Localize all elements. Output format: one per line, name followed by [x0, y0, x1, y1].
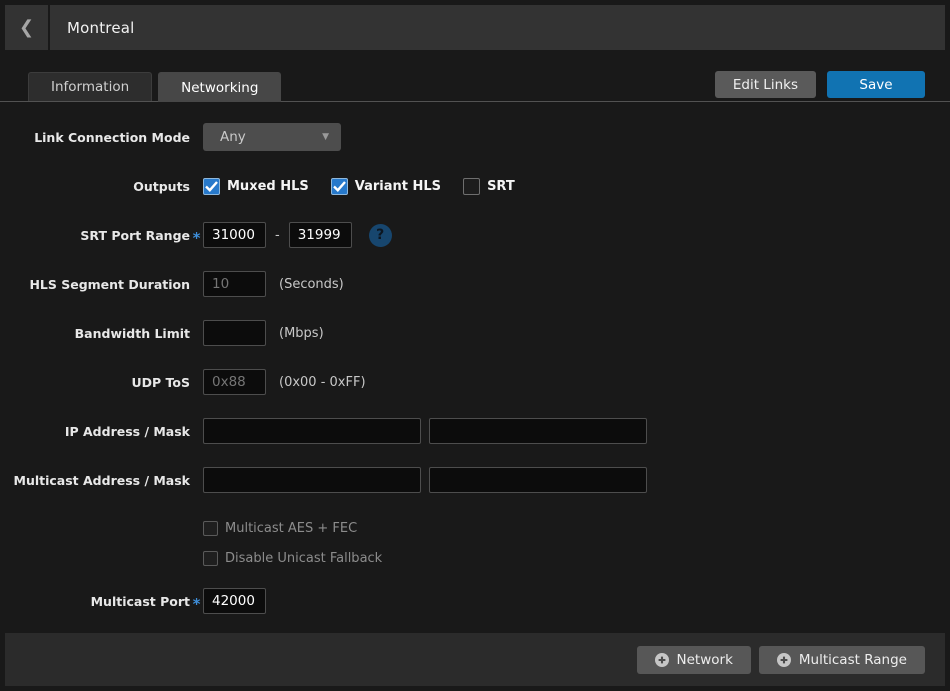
multicast-port-input[interactable] — [203, 588, 266, 614]
checkbox-multicast-aes-fec-label: Multicast AES + FEC — [225, 521, 357, 536]
required-marker: * — [193, 595, 201, 613]
hls-segment-duration-input[interactable] — [203, 271, 266, 297]
outputs-row: Outputs Muxed HLS Variant HLS — [0, 172, 950, 200]
edit-links-button[interactable]: Edit Links — [715, 71, 816, 98]
srt-port-range-label: SRT Port Range — [0, 228, 190, 243]
bandwidth-limit-unit: (Mbps) — [279, 326, 324, 341]
checkbox-srt-label: SRT — [487, 179, 515, 194]
title-bar: Montreal — [50, 5, 945, 50]
tab-networking-label: Networking — [181, 80, 258, 96]
help-icon[interactable]: ? — [369, 224, 392, 247]
add-multicast-range-button[interactable]: Multicast Range — [759, 646, 925, 674]
plus-circle-icon — [777, 653, 791, 667]
checkbox-unchecked-icon — [463, 178, 480, 195]
srt-port-range-from-input[interactable] — [203, 222, 266, 248]
header-bar: ❮ Montreal — [5, 5, 945, 50]
ip-mask-input[interactable] — [429, 418, 647, 444]
checkbox-unchecked-icon — [203, 551, 218, 566]
bandwidth-limit-row: Bandwidth Limit (Mbps) — [0, 319, 950, 347]
tab-networking[interactable]: Networking — [158, 72, 281, 102]
srt-port-range-row: SRT Port Range * - ? — [0, 221, 950, 249]
bandwidth-limit-input[interactable] — [203, 320, 266, 346]
udp-tos-unit: (0x00 - 0xFF) — [279, 375, 366, 390]
tab-information-label: Information — [51, 79, 129, 95]
required-marker: * — [193, 229, 201, 247]
checkbox-muxed-hls-label: Muxed HLS — [227, 179, 309, 194]
back-button[interactable]: ❮ — [5, 5, 48, 50]
checkbox-disable-unicast-fallback-label: Disable Unicast Fallback — [225, 551, 382, 566]
multicast-port-row: Multicast Port * — [0, 587, 950, 615]
link-connection-mode-row: Link Connection Mode Any ▼ — [0, 123, 950, 151]
outputs-label: Outputs — [0, 179, 190, 194]
save-button[interactable]: Save — [827, 71, 925, 98]
chevron-down-icon: ▼ — [322, 132, 329, 142]
link-connection-mode-value: Any — [220, 129, 322, 145]
multicast-aes-fec-row: Multicast AES + FEC — [0, 519, 950, 537]
networking-form: Link Connection Mode Any ▼ Outputs Muxed… — [0, 102, 950, 636]
srt-port-range-to-input[interactable] — [289, 222, 352, 248]
link-connection-mode-label: Link Connection Mode — [0, 130, 190, 145]
plus-circle-icon — [655, 653, 669, 667]
footer-bar: Network Multicast Range — [5, 633, 945, 686]
tab-bar: Information Networking Edit Links Save — [0, 72, 950, 102]
networking-settings-page: ❮ Montreal Information Networking Edit L… — [0, 0, 950, 691]
bandwidth-limit-label: Bandwidth Limit — [0, 326, 190, 341]
outputs-checkbox-group: Muxed HLS Variant HLS SRT — [203, 178, 515, 195]
hls-segment-duration-label: HLS Segment Duration — [0, 277, 190, 292]
udp-tos-label: UDP ToS — [0, 375, 190, 390]
hls-segment-duration-unit: (Seconds) — [279, 277, 344, 292]
chevron-left-icon: ❮ — [19, 19, 34, 37]
multicast-address-mask-label: Multicast Address / Mask — [0, 473, 190, 488]
add-network-label: Network — [677, 652, 733, 668]
checkbox-disable-unicast-fallback[interactable]: Disable Unicast Fallback — [203, 551, 382, 566]
ip-address-mask-row: IP Address / Mask — [0, 417, 950, 445]
range-separator: - — [275, 228, 280, 243]
tab-information[interactable]: Information — [28, 72, 152, 101]
checkbox-variant-hls-label: Variant HLS — [355, 179, 441, 194]
hls-segment-duration-row: HLS Segment Duration (Seconds) — [0, 270, 950, 298]
multicast-port-label: Multicast Port — [0, 594, 190, 609]
page-title: Montreal — [67, 19, 135, 37]
checkbox-variant-hls[interactable]: Variant HLS — [331, 178, 441, 195]
multicast-address-input[interactable] — [203, 467, 421, 493]
ip-address-mask-label: IP Address / Mask — [0, 424, 190, 439]
tab-actions: Edit Links Save — [715, 71, 925, 101]
add-multicast-range-label: Multicast Range — [799, 652, 907, 668]
ip-address-input[interactable] — [203, 418, 421, 444]
checkbox-srt[interactable]: SRT — [463, 178, 515, 195]
udp-tos-row: UDP ToS (0x00 - 0xFF) — [0, 368, 950, 396]
multicast-address-mask-row: Multicast Address / Mask — [0, 466, 950, 494]
checkbox-checked-icon — [331, 178, 348, 195]
add-network-button[interactable]: Network — [637, 646, 751, 674]
disable-unicast-fallback-row: Disable Unicast Fallback — [0, 549, 950, 567]
checkbox-unchecked-icon — [203, 521, 218, 536]
checkbox-multicast-aes-fec[interactable]: Multicast AES + FEC — [203, 521, 357, 536]
checkbox-checked-icon — [203, 178, 220, 195]
udp-tos-input[interactable] — [203, 369, 266, 395]
checkbox-muxed-hls[interactable]: Muxed HLS — [203, 178, 309, 195]
link-connection-mode-select[interactable]: Any ▼ — [203, 123, 341, 151]
multicast-mask-input[interactable] — [429, 467, 647, 493]
